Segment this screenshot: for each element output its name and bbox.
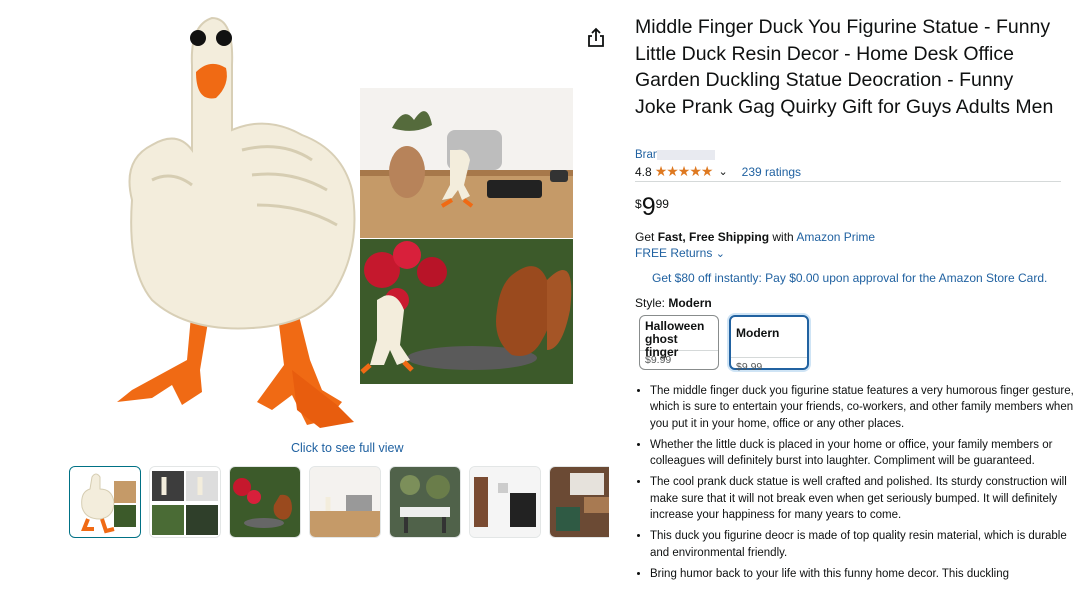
shipping-bold: Fast, Free Shipping <box>657 230 770 244</box>
brand-name-redacted <box>657 149 716 160</box>
thumbnail-4[interactable] <box>309 466 381 538</box>
main-product-image[interactable] <box>92 10 612 435</box>
feature-bullet: The middle finger duck you figurine stat… <box>650 383 1080 432</box>
click-to-see-full-view-link[interactable]: Click to see full view <box>291 441 404 455</box>
feature-bullet: This duck you figurine deocr is made of … <box>650 528 1080 561</box>
thumbnail-strip <box>69 466 609 538</box>
duck-figurine-collage <box>117 16 573 428</box>
amazon-prime-link[interactable]: Amazon Prime <box>796 230 875 244</box>
chevron-down-icon: ⌄ <box>715 248 725 260</box>
thumbnail-3[interactable] <box>229 466 301 538</box>
rating-row: 4.8 ★★★★★ ⌄ 239 ratings <box>635 163 801 180</box>
thumbnail-6[interactable] <box>469 466 541 538</box>
feature-bullets: The middle finger duck you figurine stat… <box>635 383 1080 587</box>
price-currency: $ <box>635 197 642 211</box>
style-option-halloween-ghost-finger[interactable]: Halloween ghost finger $9.99 <box>639 315 719 370</box>
share-icon[interactable] <box>584 26 608 50</box>
style-selector-label: Style: Modern <box>635 296 712 310</box>
chevron-down-icon[interactable]: ⌄ <box>718 165 727 178</box>
style-label: Style: <box>635 296 666 310</box>
price-whole: 9 <box>641 193 656 221</box>
desk-scene-photo <box>360 88 573 238</box>
style-option-price: $9.99 <box>731 357 807 376</box>
thumbnail-7[interactable] <box>549 466 609 538</box>
price-fraction: 99 <box>655 197 669 211</box>
thumbnail-5[interactable] <box>389 466 461 538</box>
shipping-info: Get Fast, Free Shipping with Amazon Prim… <box>635 230 875 244</box>
brand-label[interactable]: Bran <box>635 149 659 161</box>
star-rating-icon[interactable]: ★★★★★ <box>655 163 714 180</box>
rating-value: 4.8 <box>635 164 652 179</box>
store-card-offer-link[interactable]: Get $80 off instantly: Pay $0.00 upon ap… <box>652 271 1047 285</box>
feature-bullet: The cool prank duck statue is well craft… <box>650 474 1080 523</box>
duck-figure <box>117 16 356 428</box>
style-option-name: Halloween ghost finger <box>645 319 705 359</box>
free-returns-label[interactable]: FREE Returns <box>635 246 712 260</box>
style-option-modern[interactable]: Modern $9.99 <box>729 315 809 373</box>
ratings-count-link[interactable]: 239 ratings <box>742 165 801 179</box>
style-option-name: Modern <box>736 326 780 340</box>
shipping-with: with <box>772 230 794 244</box>
thumbnail-2[interactable] <box>149 466 221 538</box>
product-title: Middle Finger Duck You Figurine Statue -… <box>635 16 1054 118</box>
feature-bullet: Bring humor back to your life with this … <box>650 566 1080 582</box>
price: $ 9 99 <box>635 193 669 221</box>
shipping-prefix: Get <box>635 230 655 244</box>
divider <box>635 181 1061 182</box>
garden-squirrel-photo <box>360 239 573 384</box>
free-returns-link[interactable]: FREE Returns ⌄ <box>635 246 725 260</box>
thumbnail-1[interactable] <box>69 466 141 538</box>
style-selected: Modern <box>668 296 712 310</box>
brand-link[interactable]: Bran <box>635 149 716 161</box>
feature-bullet: Whether the little duck is placed in you… <box>650 437 1080 470</box>
